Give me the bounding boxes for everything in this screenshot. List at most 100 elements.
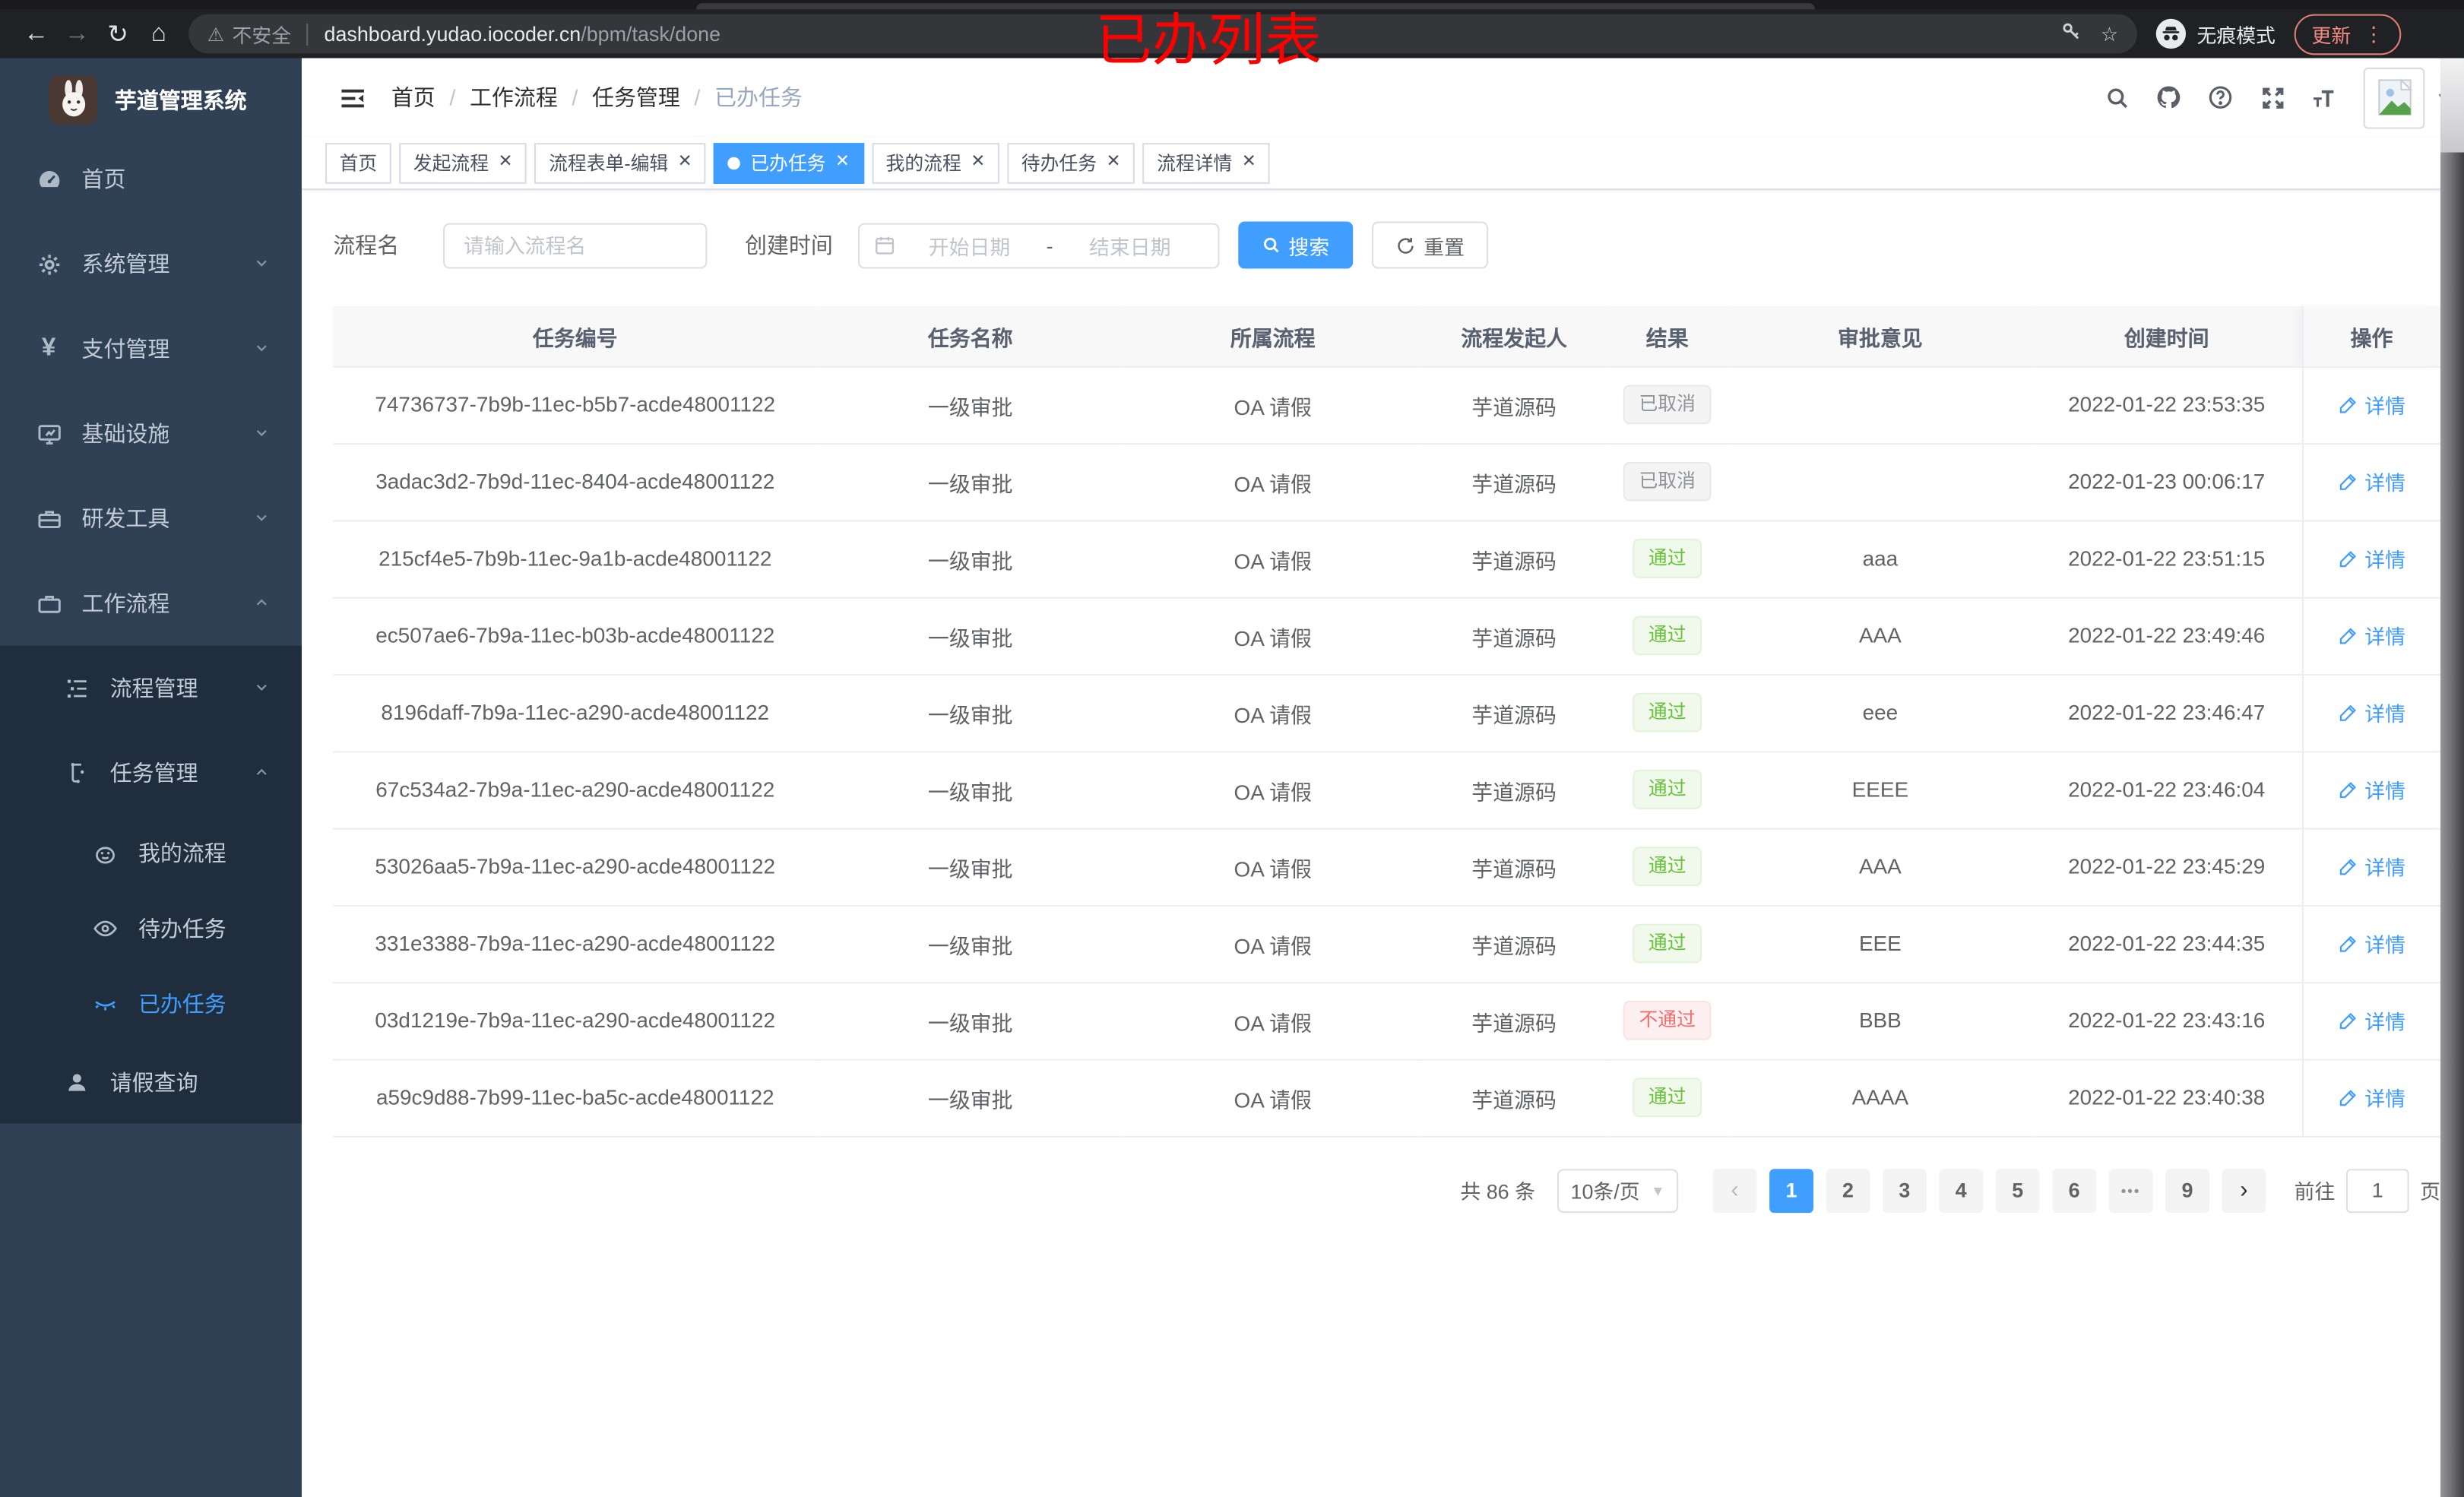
page-button-9[interactable]: 9: [2165, 1168, 2209, 1213]
bookmark-star-icon[interactable]: ☆: [2101, 22, 2118, 46]
process-name-input[interactable]: [463, 233, 687, 258]
password-key-icon[interactable]: [2060, 21, 2082, 47]
sidebar-item-system[interactable]: 系统管理: [0, 222, 302, 307]
status-badge: 通过: [1633, 539, 1702, 578]
close-icon[interactable]: ✕: [971, 153, 985, 172]
cell-comment: AAA: [1728, 828, 2032, 906]
sidebar-item-home[interactable]: 首页: [0, 137, 302, 222]
close-icon[interactable]: ✕: [835, 153, 850, 172]
detail-link[interactable]: 详情: [2338, 390, 2405, 419]
date-range-picker[interactable]: 开始日期 - 结束日期: [857, 222, 1220, 268]
page-button-3[interactable]: 3: [1882, 1168, 1927, 1213]
sidebar-item-infra[interactable]: 基础设施: [0, 391, 302, 476]
detail-link[interactable]: 详情: [2338, 929, 2405, 958]
breadcrumb-workflow[interactable]: 工作流程: [470, 82, 558, 113]
detail-link[interactable]: 详情: [2338, 852, 2405, 881]
help-icon[interactable]: [2203, 59, 2238, 137]
sidebar-logo[interactable]: 芋道管理系统: [0, 59, 302, 131]
navbar-actions: ▼: [2082, 59, 2450, 137]
sidebar-item-todo-task[interactable]: 待办任务: [0, 891, 302, 966]
browser-update-button[interactable]: 更新 ⋮: [2294, 13, 2402, 55]
sidebar-item-task-mgmt[interactable]: 任务管理: [0, 730, 302, 815]
sidebar-item-devtools[interactable]: 研发工具: [0, 476, 302, 561]
detail-link[interactable]: 详情: [2338, 543, 2405, 573]
close-icon[interactable]: ✕: [1106, 153, 1120, 172]
col-header-comment: 审批意见: [1728, 306, 2032, 367]
window-scrollbar[interactable]: [2440, 58, 2464, 1497]
sidebar-item-workflow[interactable]: 工作流程: [0, 561, 302, 646]
tab-start-process[interactable]: 发起流程 ✕: [399, 142, 527, 183]
goto-page-input[interactable]: [2345, 1168, 2409, 1213]
detail-link[interactable]: 详情: [2338, 621, 2405, 650]
sidebar-item-label: 我的流程: [138, 840, 226, 866]
close-icon[interactable]: ✕: [498, 153, 512, 172]
page-button-6[interactable]: 6: [2052, 1168, 2097, 1213]
detail-link[interactable]: 详情: [2338, 1005, 2405, 1035]
sidebar-item-my-process[interactable]: 我的流程: [0, 815, 302, 891]
table-row: 74736737-7b9b-11ec-b5b7-acde48001122 一级审…: [333, 366, 2440, 445]
sidebar-item-payment[interactable]: ¥ 支付管理: [0, 306, 302, 391]
tab-done-task[interactable]: 已办任务 ✕: [714, 142, 864, 183]
close-icon[interactable]: ✕: [678, 153, 692, 172]
github-icon[interactable]: [2152, 59, 2186, 137]
browser-home-button[interactable]: ⌂: [138, 14, 179, 55]
browser-forward-button[interactable]: →: [56, 14, 97, 55]
cell-task-name: 一级审批: [817, 520, 1124, 598]
cell-comment: aaa: [1728, 520, 2032, 598]
detail-link[interactable]: 详情: [2338, 774, 2405, 804]
pagination-ellipsis[interactable]: •••: [2108, 1168, 2153, 1213]
tab-todo-task[interactable]: 待办任务 ✕: [1007, 142, 1135, 183]
reset-button[interactable]: 重置: [1372, 221, 1489, 269]
browser-back-button[interactable]: ←: [16, 14, 57, 55]
tab-form-edit[interactable]: 流程表单-编辑 ✕: [534, 142, 707, 183]
sidebar-item-process-mgmt[interactable]: 流程管理: [0, 646, 302, 731]
cell-create-time: 2022-01-22 23:49:46: [2032, 597, 2303, 676]
tab-label: 我的流程: [885, 152, 961, 175]
status-badge: 通过: [1633, 770, 1702, 809]
pagination-goto: 前往 页: [2295, 1168, 2440, 1213]
page-button-2[interactable]: 2: [1826, 1168, 1870, 1213]
page-size-select[interactable]: 10条/页 ▼: [1557, 1168, 1679, 1213]
sidebar-collapse-icon[interactable]: [325, 71, 378, 124]
end-date-placeholder[interactable]: 结束日期: [1056, 230, 1204, 260]
breadcrumb-separator: /: [449, 84, 456, 110]
tab-home[interactable]: 首页: [325, 142, 391, 183]
cell-process: OA 请假: [1123, 828, 1423, 906]
cell-create-time: 2022-01-22 23:51:15: [2032, 520, 2303, 598]
app-title: 芋道管理系统: [114, 87, 247, 112]
cell-task-id: a59c9d88-7b99-11ec-ba5c-acde48001122: [333, 1059, 818, 1137]
cell-task-name: 一级审批: [817, 1059, 1124, 1137]
search-icon[interactable]: [2099, 59, 2133, 137]
cell-task-id: 03d1219e-7b9a-11ec-a290-acde48001122: [333, 982, 818, 1060]
fullscreen-icon[interactable]: [2255, 59, 2289, 137]
cell-comment: [1728, 443, 2032, 521]
tab-my-process[interactable]: 我的流程 ✕: [871, 142, 999, 183]
font-size-icon[interactable]: [2307, 59, 2341, 137]
tab-label: 发起流程: [413, 152, 489, 175]
next-page-button[interactable]: ›: [2222, 1168, 2266, 1213]
browser-reload-button[interactable]: ↻: [97, 14, 138, 55]
browser-menu-icon[interactable]: ⋮: [2364, 21, 2384, 46]
screenshot-stage: ← → ↻ ⌂ ⚠ 不安全 dashboard.yudao.iocoder.cn…: [0, 0, 2464, 1497]
page-button-1[interactable]: 1: [1769, 1168, 1813, 1213]
sidebar-item-label: 基础设施: [81, 421, 170, 447]
cell-create-time: 2022-01-23 00:06:17: [2032, 443, 2303, 521]
close-icon[interactable]: ✕: [1242, 153, 1256, 172]
prev-page-button[interactable]: ‹: [1712, 1168, 1757, 1213]
avatar[interactable]: [2363, 66, 2425, 128]
tab-process-detail[interactable]: 流程详情 ✕: [1142, 142, 1271, 183]
detail-link[interactable]: 详情: [2338, 698, 2405, 727]
search-button[interactable]: 搜索: [1238, 221, 1354, 269]
detail-link[interactable]: 详情: [2338, 1083, 2405, 1112]
sidebar-item-leave-query[interactable]: 请假查询: [0, 1042, 302, 1124]
sidebar-item-done-task[interactable]: 已办任务: [0, 967, 302, 1042]
page-button-5[interactable]: 5: [1995, 1168, 2040, 1213]
cell-task-id: 215cf4e5-7b9b-11ec-9a1b-acde48001122: [333, 520, 818, 598]
start-date-placeholder[interactable]: 开始日期: [896, 230, 1044, 260]
detail-link[interactable]: 详情: [2338, 467, 2405, 496]
chevron-up-icon: [253, 761, 271, 786]
page-button-4[interactable]: 4: [1939, 1168, 1984, 1213]
breadcrumb-task-mgmt[interactable]: 任务管理: [592, 82, 680, 113]
col-header-starter: 流程发起人: [1422, 306, 1607, 367]
breadcrumb-home[interactable]: 首页: [391, 82, 435, 113]
